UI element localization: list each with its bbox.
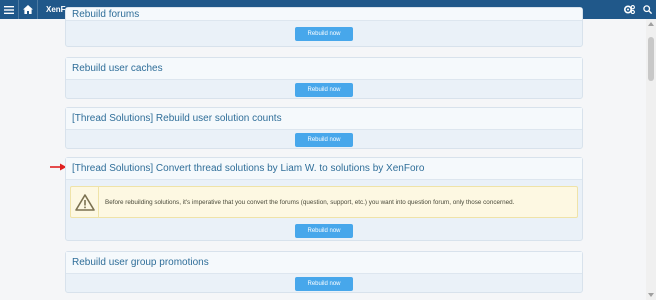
rebuild-user-caches-block: Rebuild user caches Rebuild now [65,57,583,99]
section-title: Rebuild forums [72,8,140,20]
section-header: [Thread Solutions] Convert thread soluti… [66,158,582,180]
rebuild-solution-counts-button[interactable]: Rebuild now [295,132,353,147]
convert-thread-solutions-button[interactable]: Rebuild now [295,224,353,238]
section-footer: Rebuild now [66,130,582,149]
section-header: Rebuild user group promotions [66,252,582,274]
home-icon[interactable] [19,0,37,19]
scroll-down-arrow-icon[interactable] [648,293,654,297]
section-title: [Thread Solutions] Convert thread soluti… [72,163,425,174]
menu-icon[interactable] [0,0,18,19]
rebuild-user-solution-counts-block: [Thread Solutions] Rebuild user solution… [65,107,583,149]
rebuild-user-group-promotions-button[interactable]: Rebuild now [295,276,353,291]
section-title: Rebuild user group promotions [72,257,209,268]
section-footer: Rebuild now [66,274,582,293]
rebuild-forums-block: Rebuild forums Rebuild now [65,7,583,47]
section-footer: Rebuild now [66,80,582,99]
convert-thread-solutions-block: [Thread Solutions] Convert thread soluti… [65,157,583,241]
section-title: Rebuild user caches [72,63,163,74]
vertical-scrollbar[interactable] [646,19,656,300]
scroll-up-arrow-icon[interactable] [648,22,654,26]
search-icon[interactable] [638,0,656,19]
section-footer: Rebuild now [66,220,582,242]
rebuild-forums-button[interactable]: Rebuild now [295,27,353,41]
section-header: Rebuild user caches [66,58,582,80]
section-footer: Rebuild now [66,21,582,47]
section-header: [Thread Solutions] Rebuild user solution… [66,108,582,130]
section-header: Rebuild forums [66,8,582,21]
settings-icon[interactable] [620,0,638,19]
scrollbar-thumb[interactable] [648,37,654,81]
section-title: [Thread Solutions] Rebuild user solution… [72,113,282,124]
rebuild-user-caches-button[interactable]: Rebuild now [295,82,353,97]
warning-icon [71,187,99,217]
warning-notice: Before rebuilding solutions, it's impera… [70,186,578,218]
rebuild-user-group-promotions-block: Rebuild user group promotions Rebuild no… [65,251,583,293]
separator [37,0,38,19]
notice-text: Before rebuilding solutions, it's impera… [105,198,515,206]
